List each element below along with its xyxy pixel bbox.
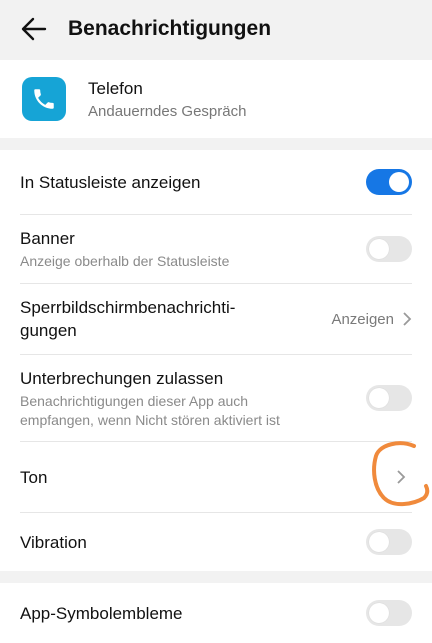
badges-card: App-Symbolembleme: [0, 583, 432, 643]
setting-description: Benachrichtigungen dieser App auch empfa…: [20, 392, 280, 428]
badges-toggle[interactable]: [366, 600, 412, 626]
setting-badges[interactable]: App-Symbolembleme: [0, 583, 432, 643]
setting-sound[interactable]: Ton: [0, 442, 432, 512]
setting-vibration[interactable]: Vibration: [0, 513, 432, 571]
setting-lockscreen[interactable]: Sperrbildschirmbenachrichti- gungen Anze…: [0, 284, 432, 354]
setting-statusbar[interactable]: In Statusleiste anzeigen: [0, 150, 432, 214]
statusbar-toggle[interactable]: [366, 169, 412, 195]
app-header: Benachrichtigungen: [0, 0, 432, 58]
setting-label: Sperrbildschirmbenachrichti- gungen: [20, 298, 236, 340]
app-name: Telefon: [88, 78, 143, 98]
back-button[interactable]: [0, 0, 68, 58]
setting-label: Ton: [20, 467, 48, 487]
app-info-card: Telefon Andauerndes Gespräch: [0, 60, 432, 138]
setting-label: Unterbrechungen zulassen: [20, 368, 224, 388]
vibration-toggle[interactable]: [366, 529, 412, 555]
setting-label: Vibration: [20, 532, 87, 552]
lockscreen-value: Anzeigen: [331, 310, 394, 328]
setting-label: App-Symbolembleme: [20, 603, 183, 623]
interruptions-toggle[interactable]: [366, 385, 412, 411]
setting-banner[interactable]: Banner Anzeige oberhalb der Statusleiste: [0, 215, 432, 283]
arrow-left-icon: [21, 17, 47, 41]
setting-description: Anzeige oberhalb der Statusleiste: [20, 253, 230, 269]
chevron-right-icon[interactable]: [396, 469, 406, 485]
setting-label: In Statusleiste anzeigen: [20, 172, 201, 192]
setting-label: Banner: [20, 229, 75, 248]
phone-icon: [22, 77, 66, 121]
app-subtitle: Andauerndes Gespräch: [88, 102, 247, 120]
settings-list: In Statusleiste anzeigen Banner Anzeige …: [0, 150, 432, 571]
page-title: Benachrichtigungen: [68, 17, 272, 40]
banner-toggle[interactable]: [366, 236, 412, 262]
chevron-right-icon: [403, 312, 412, 326]
setting-interruptions[interactable]: Unterbrechungen zulassen Benachrichtigun…: [0, 355, 432, 441]
